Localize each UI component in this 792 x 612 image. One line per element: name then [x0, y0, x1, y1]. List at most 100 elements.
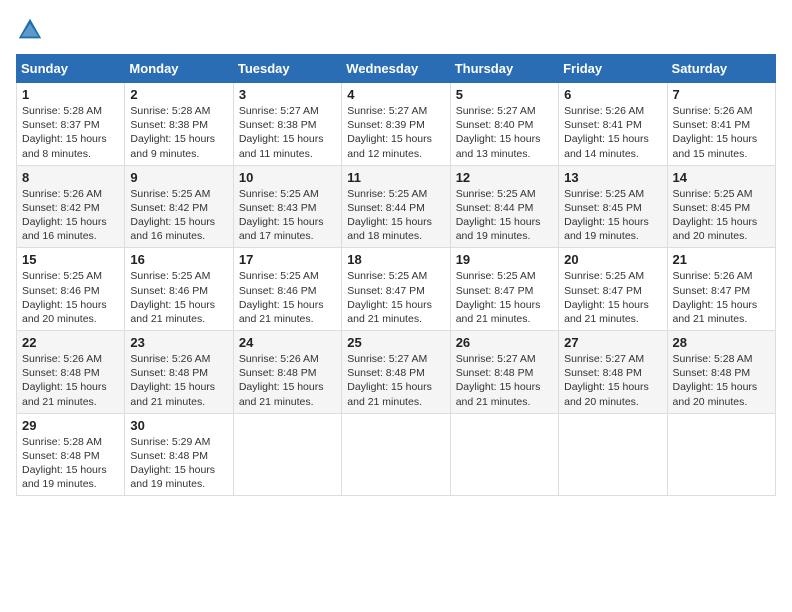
calendar-cell: 16 Sunrise: 5:25 AMSunset: 8:46 PMDayligh… — [125, 248, 233, 331]
calendar-week-1: 1Sunrise: 5:28 AMSunset: 8:37 PMDaylight… — [17, 83, 776, 166]
cell-info: Sunrise: 5:25 AMSunset: 8:47 PMDaylight:… — [347, 269, 444, 326]
calendar-cell: 11Sunrise: 5:25 AMSunset: 8:44 PMDayligh… — [342, 165, 450, 248]
calendar-week-4: 22Sunrise: 5:26 AMSunset: 8:48 PMDayligh… — [17, 331, 776, 414]
calendar-cell: 27 Sunrise: 5:27 AMSunset: 8:48 PMDayligh… — [559, 331, 667, 414]
logo-icon — [16, 16, 44, 44]
calendar-cell: 19 Sunrise: 5:25 AMSunset: 8:47 PMDayligh… — [450, 248, 558, 331]
day-number: 29 — [22, 418, 119, 433]
day-number: 25 — [347, 335, 444, 350]
weekday-header-sunday: Sunday — [17, 55, 125, 83]
cell-info: Sunrise: 5:26 AMSunset: 8:47 PMDaylight:… — [673, 269, 770, 326]
day-number: 24 — [239, 335, 336, 350]
day-number: 3 — [239, 87, 336, 102]
cell-info: Sunrise: 5:25 AMSunset: 8:42 PMDaylight:… — [130, 187, 227, 244]
calendar-cell: 5 Sunrise: 5:27 AMSunset: 8:40 PMDaylight… — [450, 83, 558, 166]
weekday-header-saturday: Saturday — [667, 55, 775, 83]
weekday-header-friday: Friday — [559, 55, 667, 83]
cell-info: Sunrise: 5:28 AMSunset: 8:37 PMDaylight:… — [22, 104, 119, 161]
day-number: 16 — [130, 252, 227, 267]
cell-info: Sunrise: 5:26 AMSunset: 8:48 PMDaylight:… — [130, 352, 227, 409]
calendar-cell: 24 Sunrise: 5:26 AMSunset: 8:48 PMDayligh… — [233, 331, 341, 414]
cell-info: Sunrise: 5:25 AMSunset: 8:44 PMDaylight:… — [456, 187, 553, 244]
cell-info: Sunrise: 5:26 AMSunset: 8:42 PMDaylight:… — [22, 187, 119, 244]
calendar-week-2: 8 Sunrise: 5:26 AMSunset: 8:42 PMDaylight… — [17, 165, 776, 248]
calendar-cell: 26Sunrise: 5:27 AMSunset: 8:48 PMDayligh… — [450, 331, 558, 414]
cell-info: Sunrise: 5:28 AMSunset: 8:38 PMDaylight:… — [130, 104, 227, 161]
cell-info: Sunrise: 5:25 AMSunset: 8:45 PMDaylight:… — [564, 187, 661, 244]
cell-info: Sunrise: 5:28 AMSunset: 8:48 PMDaylight:… — [673, 352, 770, 409]
cell-info: Sunrise: 5:27 AMSunset: 8:40 PMDaylight:… — [456, 104, 553, 161]
day-number: 11 — [347, 170, 444, 185]
calendar-cell: 29Sunrise: 5:28 AMSunset: 8:48 PMDayligh… — [17, 413, 125, 496]
calendar-cell: 1Sunrise: 5:28 AMSunset: 8:37 PMDaylight… — [17, 83, 125, 166]
day-number: 19 — [456, 252, 553, 267]
calendar-cell: 22Sunrise: 5:26 AMSunset: 8:48 PMDayligh… — [17, 331, 125, 414]
day-number: 28 — [673, 335, 770, 350]
day-number: 15 — [22, 252, 119, 267]
day-number: 27 — [564, 335, 661, 350]
cell-info: Sunrise: 5:25 AMSunset: 8:46 PMDaylight:… — [239, 269, 336, 326]
cell-info: Sunrise: 5:27 AMSunset: 8:48 PMDaylight:… — [347, 352, 444, 409]
calendar-table: SundayMondayTuesdayWednesdayThursdayFrid… — [16, 54, 776, 496]
calendar-cell: 28 Sunrise: 5:28 AMSunset: 8:48 PMDayligh… — [667, 331, 775, 414]
cell-info: Sunrise: 5:27 AMSunset: 8:38 PMDaylight:… — [239, 104, 336, 161]
calendar-cell: 14 Sunrise: 5:25 AMSunset: 8:45 PMDayligh… — [667, 165, 775, 248]
day-number: 8 — [22, 170, 119, 185]
cell-info: Sunrise: 5:26 AMSunset: 8:48 PMDaylight:… — [22, 352, 119, 409]
calendar-cell — [667, 413, 775, 496]
calendar-cell: 13 Sunrise: 5:25 AMSunset: 8:45 PMDayligh… — [559, 165, 667, 248]
calendar-cell: 17 Sunrise: 5:25 AMSunset: 8:46 PMDayligh… — [233, 248, 341, 331]
cell-info: Sunrise: 5:26 AMSunset: 8:41 PMDaylight:… — [673, 104, 770, 161]
cell-info: Sunrise: 5:29 AMSunset: 8:48 PMDaylight:… — [130, 435, 227, 492]
cell-info: Sunrise: 5:25 AMSunset: 8:46 PMDaylight:… — [130, 269, 227, 326]
weekday-header-thursday: Thursday — [450, 55, 558, 83]
cell-info: Sunrise: 5:27 AMSunset: 8:48 PMDaylight:… — [564, 352, 661, 409]
calendar-cell: 23Sunrise: 5:26 AMSunset: 8:48 PMDayligh… — [125, 331, 233, 414]
day-number: 10 — [239, 170, 336, 185]
day-number: 30 — [130, 418, 227, 433]
calendar-cell — [450, 413, 558, 496]
day-number: 7 — [673, 87, 770, 102]
calendar-cell: 6 Sunrise: 5:26 AMSunset: 8:41 PMDaylight… — [559, 83, 667, 166]
cell-info: Sunrise: 5:25 AMSunset: 8:43 PMDaylight:… — [239, 187, 336, 244]
calendar-cell: 2 Sunrise: 5:28 AMSunset: 8:38 PMDaylight… — [125, 83, 233, 166]
cell-info: Sunrise: 5:25 AMSunset: 8:47 PMDaylight:… — [456, 269, 553, 326]
day-number: 13 — [564, 170, 661, 185]
calendar-cell — [342, 413, 450, 496]
calendar-cell: 7 Sunrise: 5:26 AMSunset: 8:41 PMDaylight… — [667, 83, 775, 166]
cell-info: Sunrise: 5:25 AMSunset: 8:47 PMDaylight:… — [564, 269, 661, 326]
calendar-cell: 8 Sunrise: 5:26 AMSunset: 8:42 PMDaylight… — [17, 165, 125, 248]
day-number: 21 — [673, 252, 770, 267]
day-number: 9 — [130, 170, 227, 185]
calendar-cell: 3 Sunrise: 5:27 AMSunset: 8:38 PMDaylight… — [233, 83, 341, 166]
cell-info: Sunrise: 5:27 AMSunset: 8:39 PMDaylight:… — [347, 104, 444, 161]
cell-info: Sunrise: 5:25 AMSunset: 8:45 PMDaylight:… — [673, 187, 770, 244]
calendar-cell — [559, 413, 667, 496]
calendar-cell: 9 Sunrise: 5:25 AMSunset: 8:42 PMDaylight… — [125, 165, 233, 248]
weekday-header-tuesday: Tuesday — [233, 55, 341, 83]
day-number: 20 — [564, 252, 661, 267]
page-header — [16, 16, 776, 44]
calendar-cell: 30 Sunrise: 5:29 AMSunset: 8:48 PMDayligh… — [125, 413, 233, 496]
cell-info: Sunrise: 5:26 AMSunset: 8:41 PMDaylight:… — [564, 104, 661, 161]
calendar-cell: 20 Sunrise: 5:25 AMSunset: 8:47 PMDayligh… — [559, 248, 667, 331]
day-number: 12 — [456, 170, 553, 185]
cell-info: Sunrise: 5:27 AMSunset: 8:48 PMDaylight:… — [456, 352, 553, 409]
day-number: 2 — [130, 87, 227, 102]
day-number: 5 — [456, 87, 553, 102]
calendar-cell: 10 Sunrise: 5:25 AMSunset: 8:43 PMDayligh… — [233, 165, 341, 248]
calendar-week-5: 29Sunrise: 5:28 AMSunset: 8:48 PMDayligh… — [17, 413, 776, 496]
weekday-header-monday: Monday — [125, 55, 233, 83]
calendar-cell: 18 Sunrise: 5:25 AMSunset: 8:47 PMDayligh… — [342, 248, 450, 331]
calendar-week-3: 15 Sunrise: 5:25 AMSunset: 8:46 PMDayligh… — [17, 248, 776, 331]
day-number: 14 — [673, 170, 770, 185]
cell-info: Sunrise: 5:26 AMSunset: 8:48 PMDaylight:… — [239, 352, 336, 409]
day-number: 6 — [564, 87, 661, 102]
calendar-cell — [233, 413, 341, 496]
day-number: 17 — [239, 252, 336, 267]
cell-info: Sunrise: 5:25 AMSunset: 8:46 PMDaylight:… — [22, 269, 119, 326]
calendar-cell: 4Sunrise: 5:27 AMSunset: 8:39 PMDaylight… — [342, 83, 450, 166]
calendar-cell: 25 Sunrise: 5:27 AMSunset: 8:48 PMDayligh… — [342, 331, 450, 414]
calendar-cell: 12 Sunrise: 5:25 AMSunset: 8:44 PMDayligh… — [450, 165, 558, 248]
day-number: 18 — [347, 252, 444, 267]
